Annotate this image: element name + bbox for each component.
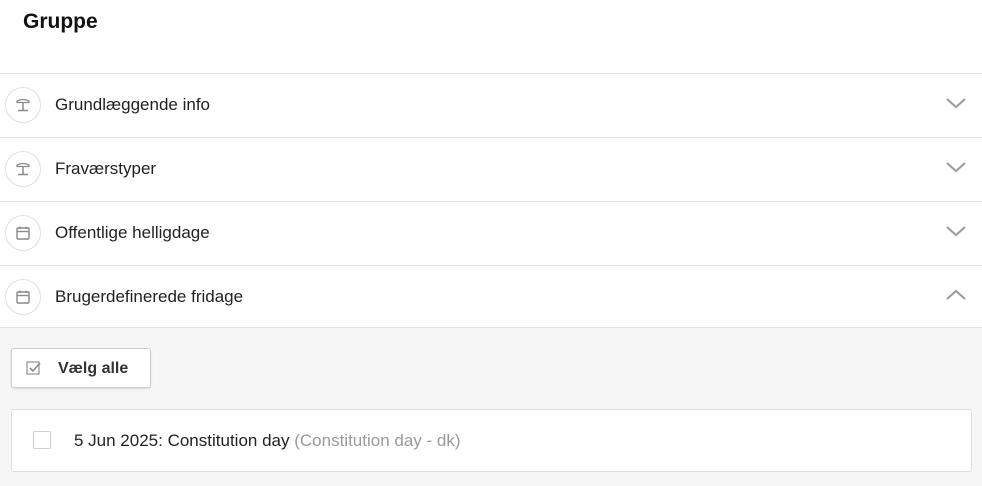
calendar-icon: [5, 279, 41, 315]
section-label: Fraværstyper: [55, 159, 157, 178]
custom-days-panel: Vælg alle 5 Jun 2025: Constitution day (…: [0, 327, 982, 486]
palm-tree-icon: [5, 151, 41, 187]
holiday-date-name: 5 Jun 2025: Constitution day: [74, 431, 290, 450]
chevron-down-icon[interactable]: [945, 96, 967, 110]
section-label: Brugerdefinerede fridage: [55, 287, 244, 306]
calendar-icon: [5, 215, 41, 251]
section-grundlaeggende-info[interactable]: Grundlæggende info: [0, 73, 982, 137]
section-label: Grundlæggende info: [55, 95, 211, 114]
holiday-checkbox[interactable]: [33, 431, 51, 449]
settings-accordion: Grundlæggende info Fraværstyper Offentli…: [0, 73, 982, 329]
chevron-down-icon[interactable]: [945, 160, 967, 174]
chevron-up-icon[interactable]: [945, 288, 967, 302]
page-title: Gruppe: [23, 10, 98, 33]
section-offentlige-helligdage[interactable]: Offentlige helligdage: [0, 201, 982, 265]
section-fravaerstyper[interactable]: Fraværstyper: [0, 137, 982, 201]
select-all-button[interactable]: Vælg alle: [11, 348, 151, 388]
palm-tree-icon: [5, 87, 41, 123]
holiday-text: 5 Jun 2025: Constitution day (Constituti…: [74, 431, 461, 451]
section-label: Offentlige helligdage: [55, 223, 210, 242]
holiday-detail: (Constitution day - dk): [294, 431, 461, 450]
chevron-down-icon[interactable]: [945, 224, 967, 238]
holiday-list-item: 5 Jun 2025: Constitution day (Constituti…: [11, 409, 972, 472]
section-brugerdefinerede-fridage[interactable]: Brugerdefinerede fridage: [0, 265, 982, 329]
checkbox-checked-icon: [26, 361, 41, 375]
select-all-label: Vælg alle: [58, 360, 129, 377]
